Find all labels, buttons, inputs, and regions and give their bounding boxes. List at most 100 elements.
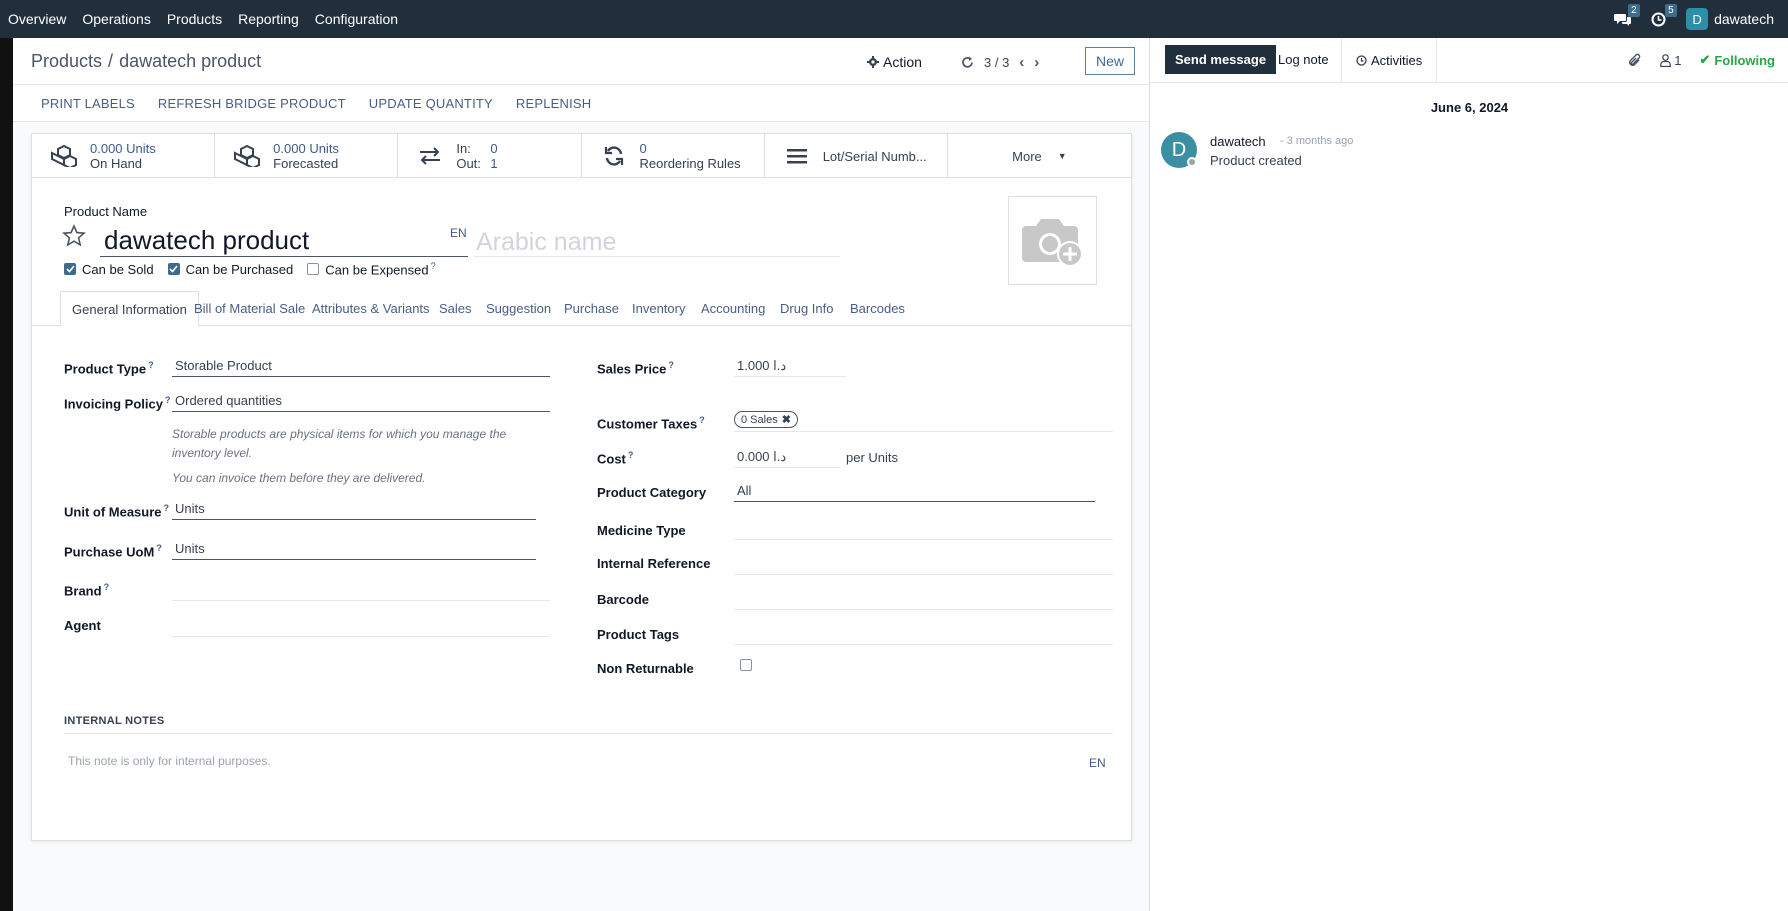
out-label: Out: bbox=[456, 156, 481, 171]
brand-input[interactable] bbox=[172, 580, 550, 601]
list-icon bbox=[783, 142, 811, 170]
action-menu-button[interactable]: Action bbox=[867, 54, 922, 70]
reordering-rules-smart-button[interactable]: 0 Reordering Rules bbox=[582, 134, 765, 178]
tab-attributes-variants[interactable]: Attributes & Variants bbox=[312, 291, 430, 326]
product-name-input[interactable]: dawatech product bbox=[100, 225, 468, 257]
on-hand-smart-button[interactable]: 0.000 Units On Hand bbox=[32, 134, 216, 178]
internal-notes-separator bbox=[64, 733, 1113, 734]
log-note-button[interactable]: Log note bbox=[1278, 52, 1329, 67]
reordering-value: 0 bbox=[639, 141, 647, 156]
systray: 2 5 D dawatech bbox=[1614, 3, 1788, 30]
tab-accounting[interactable]: Accounting bbox=[701, 291, 765, 326]
can-be-purchased-checkbox[interactable]: Can be Purchased bbox=[167, 261, 294, 277]
presence-status-icon bbox=[1187, 157, 1197, 167]
product-category-input[interactable]: All bbox=[734, 481, 1095, 502]
following-button[interactable]: ✔ Following bbox=[1699, 52, 1775, 68]
pager-previous-icon[interactable]: ‹ bbox=[1019, 54, 1024, 71]
left-edge-strip bbox=[0, 38, 13, 911]
product-type-select[interactable]: Storable Product bbox=[172, 356, 550, 377]
caret-down-icon: ▼ bbox=[1057, 151, 1067, 161]
menu-overview[interactable]: Overview bbox=[0, 0, 74, 38]
menu-products[interactable]: Products bbox=[159, 0, 230, 38]
notes-language-button[interactable]: EN bbox=[1089, 756, 1106, 770]
replenish-button[interactable]: REPLENISH bbox=[516, 96, 592, 111]
non-returnable-checkbox[interactable] bbox=[740, 659, 752, 671]
messaging-menu[interactable]: 2 bbox=[1614, 3, 1640, 27]
barcode-input[interactable] bbox=[734, 589, 1113, 610]
non-returnable-label: Non Returnable bbox=[597, 661, 694, 676]
clock-icon bbox=[1356, 55, 1367, 66]
send-message-button[interactable]: Send message bbox=[1165, 45, 1277, 74]
customer-taxes-label: Customer Taxes? bbox=[597, 415, 705, 432]
checkbox-empty-icon bbox=[307, 263, 320, 276]
in-label: In: bbox=[456, 141, 471, 156]
invoicing-policy-select[interactable]: Ordered quantities bbox=[172, 391, 550, 412]
on-hand-label: On Hand bbox=[90, 156, 143, 171]
tab-general-information[interactable]: General Information bbox=[60, 291, 199, 327]
exchange-icon bbox=[416, 142, 444, 170]
breadcrumb-products-link[interactable]: Products bbox=[31, 51, 102, 72]
out-value: 1 bbox=[490, 156, 498, 171]
message-body: Product created bbox=[1210, 153, 1302, 168]
pager-value[interactable]: 3 / 3 bbox=[984, 55, 1009, 70]
messages-count-badge: 2 bbox=[1628, 3, 1640, 17]
unit-of-measure-input[interactable]: Units bbox=[172, 499, 536, 520]
followers-count: 1 bbox=[1674, 52, 1682, 68]
favorite-star-icon[interactable] bbox=[62, 224, 86, 251]
followers-button[interactable]: 1 bbox=[1660, 53, 1681, 68]
cost-input[interactable]: د.ا 0.000 bbox=[734, 447, 840, 468]
name-language-button[interactable]: EN bbox=[450, 226, 467, 240]
can-be-purchased-label: Can be Purchased bbox=[185, 261, 294, 277]
internal-reference-input[interactable] bbox=[734, 554, 1113, 575]
forecasted-label: Forecasted bbox=[273, 156, 339, 171]
refresh-icon[interactable] bbox=[961, 56, 974, 69]
forecasted-smart-button[interactable]: 0.000 Units Forecasted bbox=[215, 134, 399, 178]
menu-reporting[interactable]: Reporting bbox=[230, 0, 307, 38]
agent-input[interactable] bbox=[172, 616, 550, 637]
tab-drug-info[interactable]: Drug Info bbox=[780, 291, 833, 326]
tab-sales[interactable]: Sales bbox=[439, 291, 472, 326]
purchase-uom-input[interactable]: Units bbox=[172, 539, 536, 560]
internal-notes-editor[interactable]: This note is only for internal purposes. bbox=[68, 754, 271, 768]
product-flags: Can be Sold Can be Purchased Can be Expe… bbox=[64, 261, 436, 277]
product-name-label: Product Name bbox=[64, 204, 148, 219]
product-image-upload[interactable] bbox=[1008, 196, 1097, 285]
can-be-expensed-checkbox[interactable]: Can be Expensed? bbox=[307, 261, 436, 277]
tab-barcodes[interactable]: Barcodes bbox=[850, 291, 905, 326]
on-hand-value: 0.000 Units bbox=[90, 141, 156, 156]
user-menu[interactable]: D dawatech bbox=[1686, 8, 1774, 30]
message-author[interactable]: dawatech bbox=[1210, 134, 1266, 149]
activity-menu[interactable]: 5 bbox=[1651, 3, 1677, 27]
arabic-name-input[interactable]: Arabic name bbox=[474, 228, 840, 257]
breadcrumb: Products / dawatech product bbox=[31, 51, 261, 72]
activities-button[interactable]: Activities bbox=[1341, 38, 1438, 83]
paperclip-icon[interactable] bbox=[1628, 53, 1642, 68]
message-time: - 3 months ago bbox=[1280, 135, 1354, 147]
tab-inventory[interactable]: Inventory bbox=[632, 291, 685, 326]
smart-buttons: 0.000 Units On Hand 0.000 Units Forecast… bbox=[32, 134, 1131, 178]
medicine-type-input[interactable] bbox=[734, 519, 1113, 540]
new-button[interactable]: New bbox=[1085, 47, 1136, 75]
chatter-topbar: Send message Log note Activities 1 ✔ Fol… bbox=[1150, 38, 1788, 83]
customer-tax-tag[interactable]: 0 Sales ✖ bbox=[734, 411, 798, 428]
lot-serial-smart-button[interactable]: Lot/Serial Numb... bbox=[765, 134, 948, 178]
menu-operations[interactable]: Operations bbox=[74, 0, 158, 38]
menu-configuration[interactable]: Configuration bbox=[307, 0, 406, 38]
more-smart-button[interactable]: More ▼ bbox=[948, 134, 1131, 178]
in-out-smart-button[interactable]: In: 0 Out: 1 bbox=[398, 134, 582, 178]
product-tags-input[interactable] bbox=[734, 624, 1113, 645]
update-quantity-button[interactable]: UPDATE QUANTITY bbox=[369, 96, 493, 111]
pager-next-icon[interactable]: › bbox=[1034, 54, 1039, 71]
forecasted-value: 0.000 Units bbox=[273, 141, 339, 156]
remove-tag-icon[interactable]: ✖ bbox=[782, 413, 791, 426]
sales-price-input[interactable]: د.ا 1.000 bbox=[734, 356, 846, 377]
cost-per-units: per Units bbox=[846, 450, 899, 465]
top-navbar: Overview Operations Products Reporting C… bbox=[0, 0, 1788, 38]
print-labels-button[interactable]: PRINT LABELS bbox=[41, 96, 135, 111]
can-be-sold-checkbox[interactable]: Can be Sold bbox=[64, 262, 154, 277]
refresh-bridge-product-button[interactable]: REFRESH BRIDGE PRODUCT bbox=[158, 96, 346, 111]
tab-purchase[interactable]: Purchase bbox=[564, 291, 619, 326]
tab-bill-of-material-sale[interactable]: Bill of Material Sale bbox=[194, 291, 305, 326]
unit-of-measure-label: Unit of Measure? bbox=[64, 503, 170, 520]
tab-suggestion[interactable]: Suggestion bbox=[486, 291, 551, 326]
